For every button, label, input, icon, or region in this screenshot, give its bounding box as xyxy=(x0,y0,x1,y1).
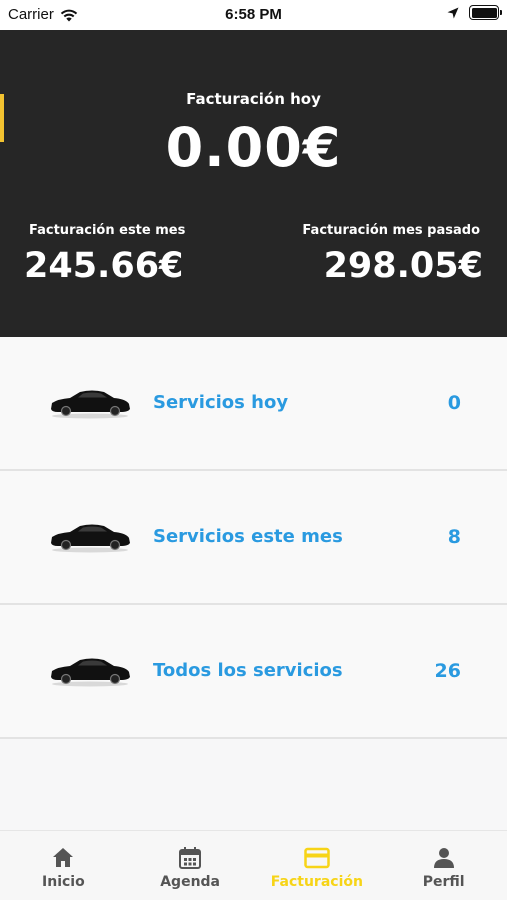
services-month-label: Servicios este mes xyxy=(153,526,343,547)
car-icon xyxy=(51,658,130,687)
billing-summary-header: Facturación hoy 0.00€ Facturación este m… xyxy=(0,30,507,337)
services-today-label: Servicios hoy xyxy=(153,392,289,413)
month-billing-label: Facturación este mes xyxy=(29,223,186,238)
services-today-count: 0 xyxy=(447,392,461,414)
services-all-row[interactable]: Todos los servicios 26 xyxy=(0,605,507,739)
battery-icon xyxy=(469,5,502,20)
tab-facturacion-label: Facturación xyxy=(270,874,363,890)
services-month-row[interactable]: Servicios este mes 8 xyxy=(0,471,507,605)
month-billing-value: 245.66€ xyxy=(24,246,184,286)
tab-inicio-label: Inicio xyxy=(42,874,85,890)
car-icon xyxy=(51,524,130,553)
status-bar: Carrier 6:58 PM xyxy=(0,0,507,30)
home-icon xyxy=(53,848,74,867)
services-list: Servicios hoy 0 Servicios este mes 8 Tod… xyxy=(0,337,507,739)
services-all-count: 26 xyxy=(434,660,461,682)
location-arrow-icon xyxy=(447,7,459,18)
services-month-count: 8 xyxy=(447,526,461,548)
card-icon xyxy=(304,847,330,869)
tab-perfil-label: Perfil xyxy=(422,874,465,890)
car-icon xyxy=(51,390,130,419)
status-time: 6:58 PM xyxy=(225,6,282,23)
calendar-icon xyxy=(179,847,202,869)
tab-agenda-label: Agenda xyxy=(160,874,221,890)
bottom-tab-bar: Inicio Agenda Facturación Perfil xyxy=(0,830,507,900)
prev-month-billing-label: Facturación mes pasado xyxy=(302,223,480,238)
services-today-row[interactable]: Servicios hoy 0 xyxy=(0,337,507,471)
tab-facturacion[interactable]: Facturación xyxy=(254,831,381,900)
prev-month-billing-value: 298.05€ xyxy=(323,246,483,286)
tab-agenda[interactable]: Agenda xyxy=(127,831,254,900)
status-right xyxy=(447,5,502,20)
tab-inicio[interactable]: Inicio xyxy=(0,831,127,900)
today-billing-value: 0.00€ xyxy=(165,116,342,179)
today-billing-label: Facturación hoy xyxy=(186,90,321,108)
tab-perfil[interactable]: Perfil xyxy=(380,831,507,900)
services-all-label: Todos los servicios xyxy=(153,660,343,681)
person-icon xyxy=(433,848,454,868)
